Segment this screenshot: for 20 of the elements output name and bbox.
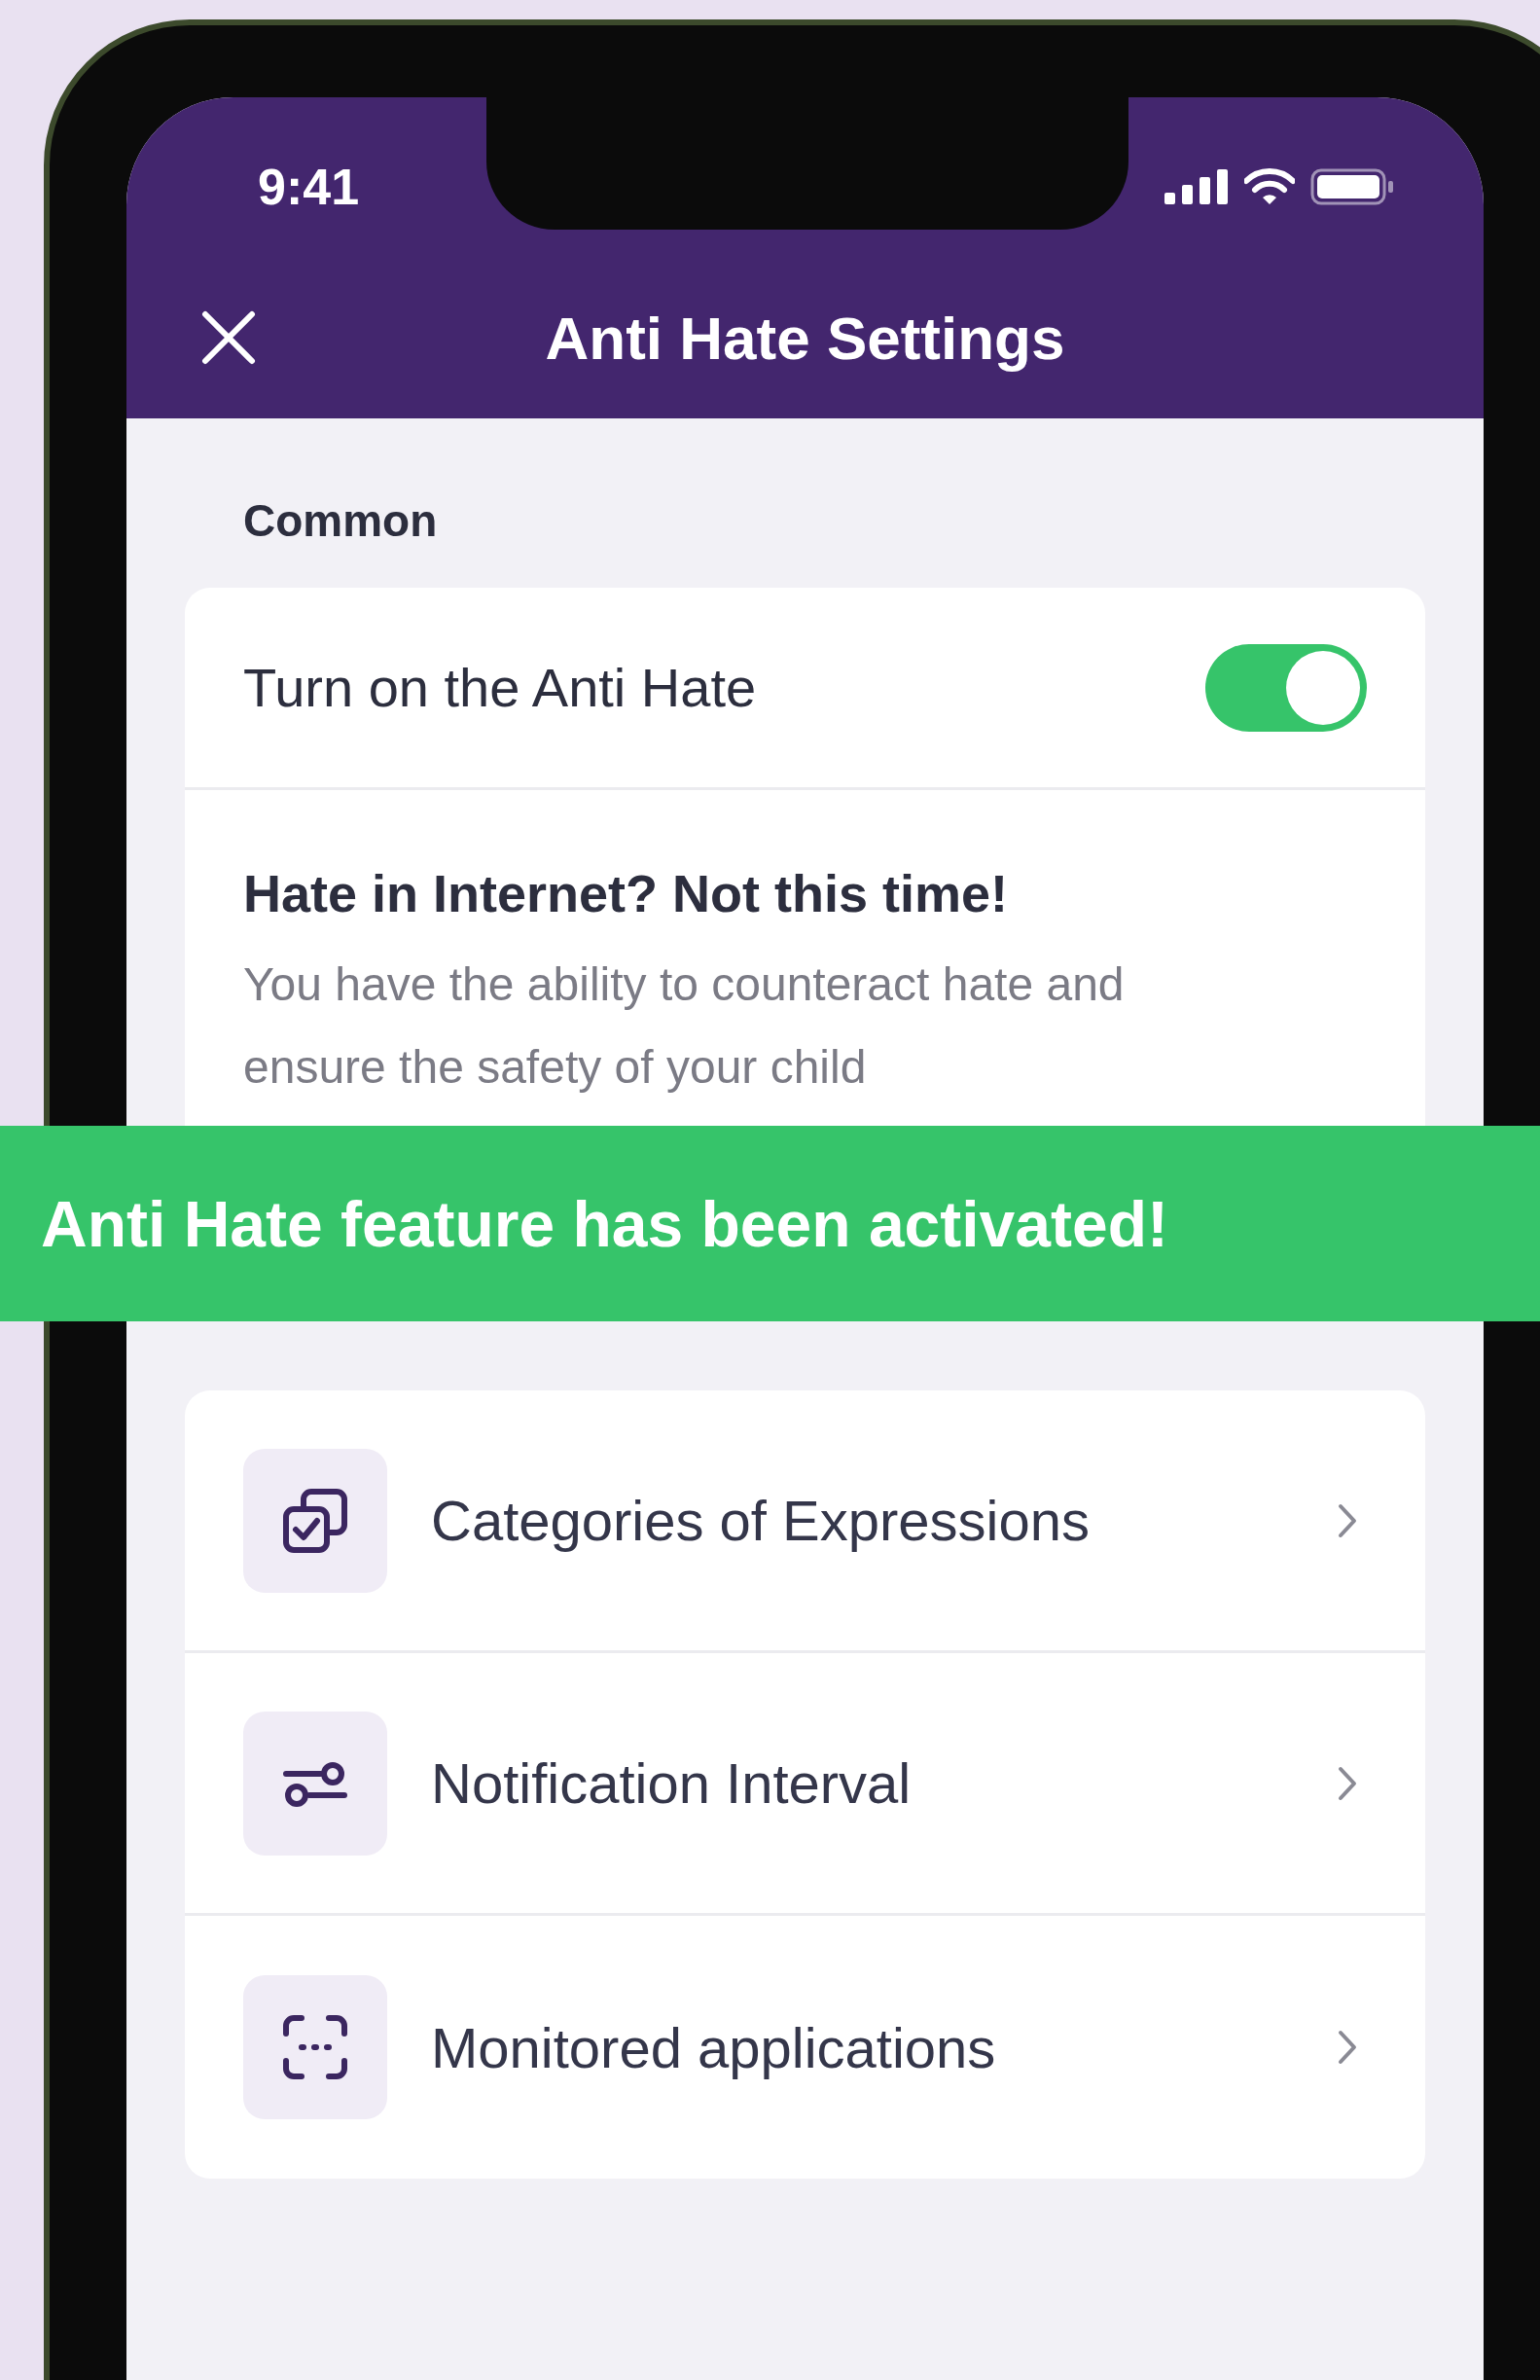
settings-row[interactable]: Categories of Expressions [185,1390,1425,1653]
chevron-icon [1338,2030,1357,2065]
banner-text: Anti Hate feature has been activated! [41,1186,1168,1261]
toggle-label: Turn on the Anti Hate [243,656,757,719]
row-label: Monitored applications [431,2014,997,2080]
chevron-icon [1338,1502,1357,1538]
settings-row[interactable]: Monitored applications [185,1916,1425,2179]
screen-title: Anti Hate Settings [545,303,1065,373]
status-time: 9:41 [258,158,360,216]
close-button[interactable] [199,308,258,367]
info-text: You have the ability to counteract hate and ensure the safety of your child [243,957,1126,1095]
battery-icon [1310,168,1394,205]
wifi-icon [1244,168,1295,205]
info-heading: Hate in Internet? Not this time! [243,863,1010,923]
row-label: Notification Interval [431,1750,913,1816]
signal-icon [1164,169,1229,204]
settings-row[interactable]: Notification Interval [185,1653,1425,1916]
row-label: Categories of Expressions [431,1488,1091,1553]
chevron-icon [1338,1765,1357,1801]
section-heading: Common [243,494,439,547]
